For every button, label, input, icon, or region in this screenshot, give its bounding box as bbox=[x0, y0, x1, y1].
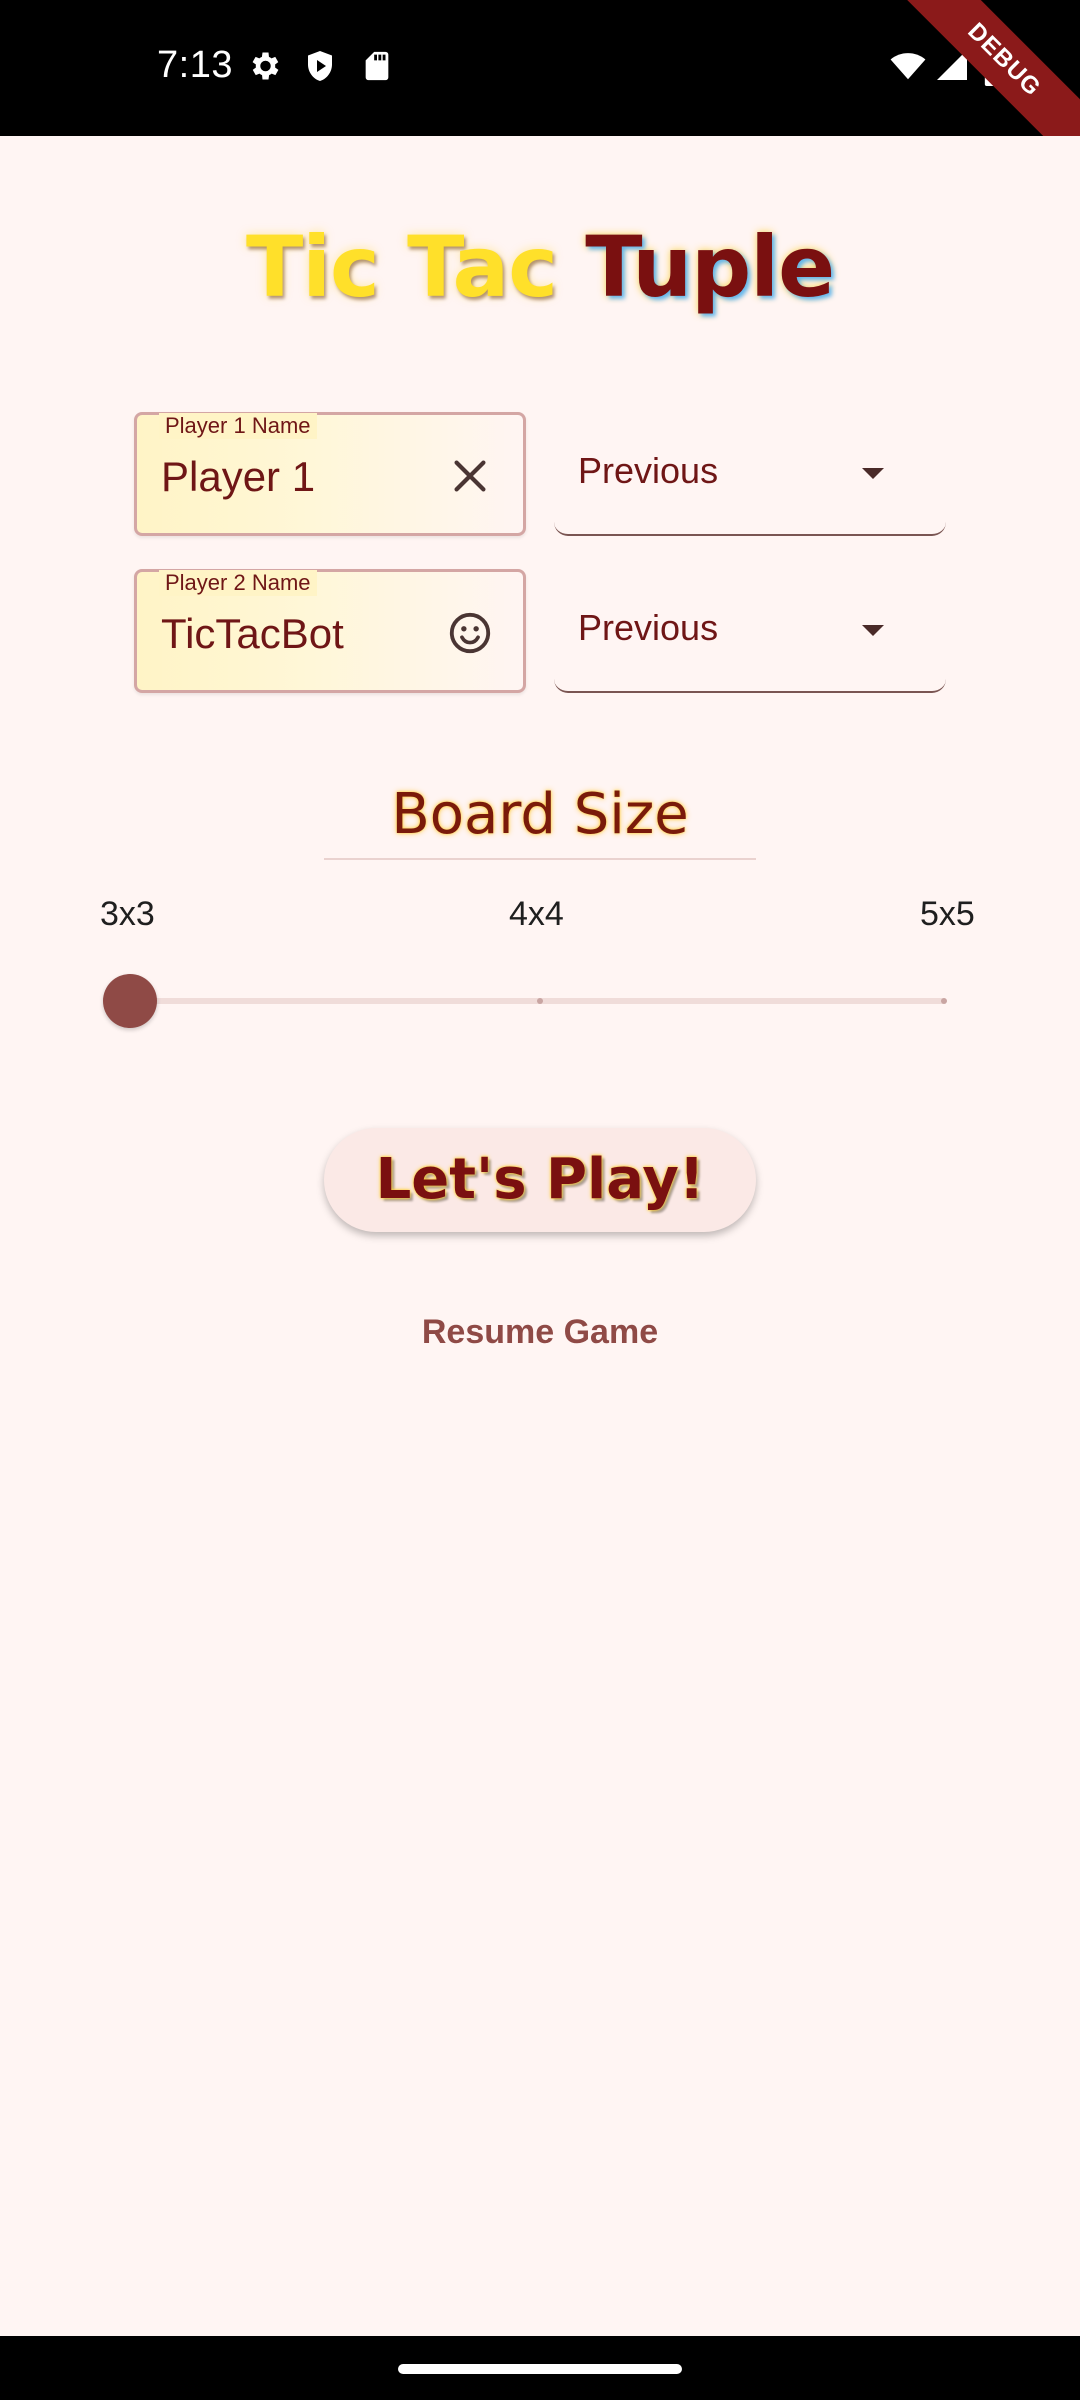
slider-tick-4x4 bbox=[537, 998, 543, 1004]
gear-icon bbox=[252, 52, 279, 80]
navigation-bar bbox=[0, 2336, 1080, 2400]
player-1-dropdown-value: Previous bbox=[578, 450, 719, 491]
title-part-2: Tuple bbox=[585, 218, 835, 316]
player-1-name-input[interactable]: Player 1 bbox=[161, 453, 315, 501]
player-2-name-label: Player 2 Name bbox=[159, 570, 317, 596]
board-size-heading: Board Size bbox=[391, 782, 689, 847]
board-size-option-4x4: 4x4 bbox=[509, 895, 564, 933]
dropdown-arrow-icon bbox=[862, 468, 884, 479]
player-2-previous-dropdown[interactable]: Previous bbox=[554, 569, 946, 693]
sd-card-icon bbox=[365, 51, 389, 81]
board-size-option-5x5: 5x5 bbox=[920, 895, 975, 933]
lets-play-button[interactable]: Let's Play! bbox=[324, 1128, 756, 1232]
wifi-icon bbox=[890, 53, 926, 80]
player-1-name-field[interactable]: Player 1 Name Player 1 bbox=[134, 412, 526, 536]
player-1-name-label: Player 1 Name bbox=[159, 413, 317, 439]
player-2-name-field[interactable]: Player 2 Name TicTacBot bbox=[134, 569, 526, 693]
slider-tick-5x5 bbox=[941, 998, 947, 1004]
player-1-previous-dropdown[interactable]: Previous bbox=[554, 412, 946, 536]
app-title: Tic Tac Tuple bbox=[0, 218, 1080, 316]
player-2-dropdown-value: Previous bbox=[578, 607, 719, 648]
status-time: 7:13 bbox=[157, 44, 233, 86]
clear-icon[interactable] bbox=[447, 453, 493, 499]
board-size-divider bbox=[324, 858, 756, 860]
dropdown-arrow-icon bbox=[862, 625, 884, 636]
board-size-slider-thumb[interactable] bbox=[103, 974, 157, 1028]
title-part-1: Tic Tac bbox=[245, 218, 558, 316]
smiley-icon[interactable] bbox=[447, 610, 493, 656]
home-indicator[interactable] bbox=[398, 2364, 682, 2374]
board-size-option-3x3: 3x3 bbox=[100, 895, 155, 933]
status-bar: 7:13 DEBUG bbox=[0, 0, 1080, 136]
player-2-name-input[interactable]: TicTacBot bbox=[161, 610, 344, 658]
resume-game-button[interactable]: Resume Game bbox=[380, 1302, 700, 1362]
shield-icon bbox=[308, 51, 332, 81]
